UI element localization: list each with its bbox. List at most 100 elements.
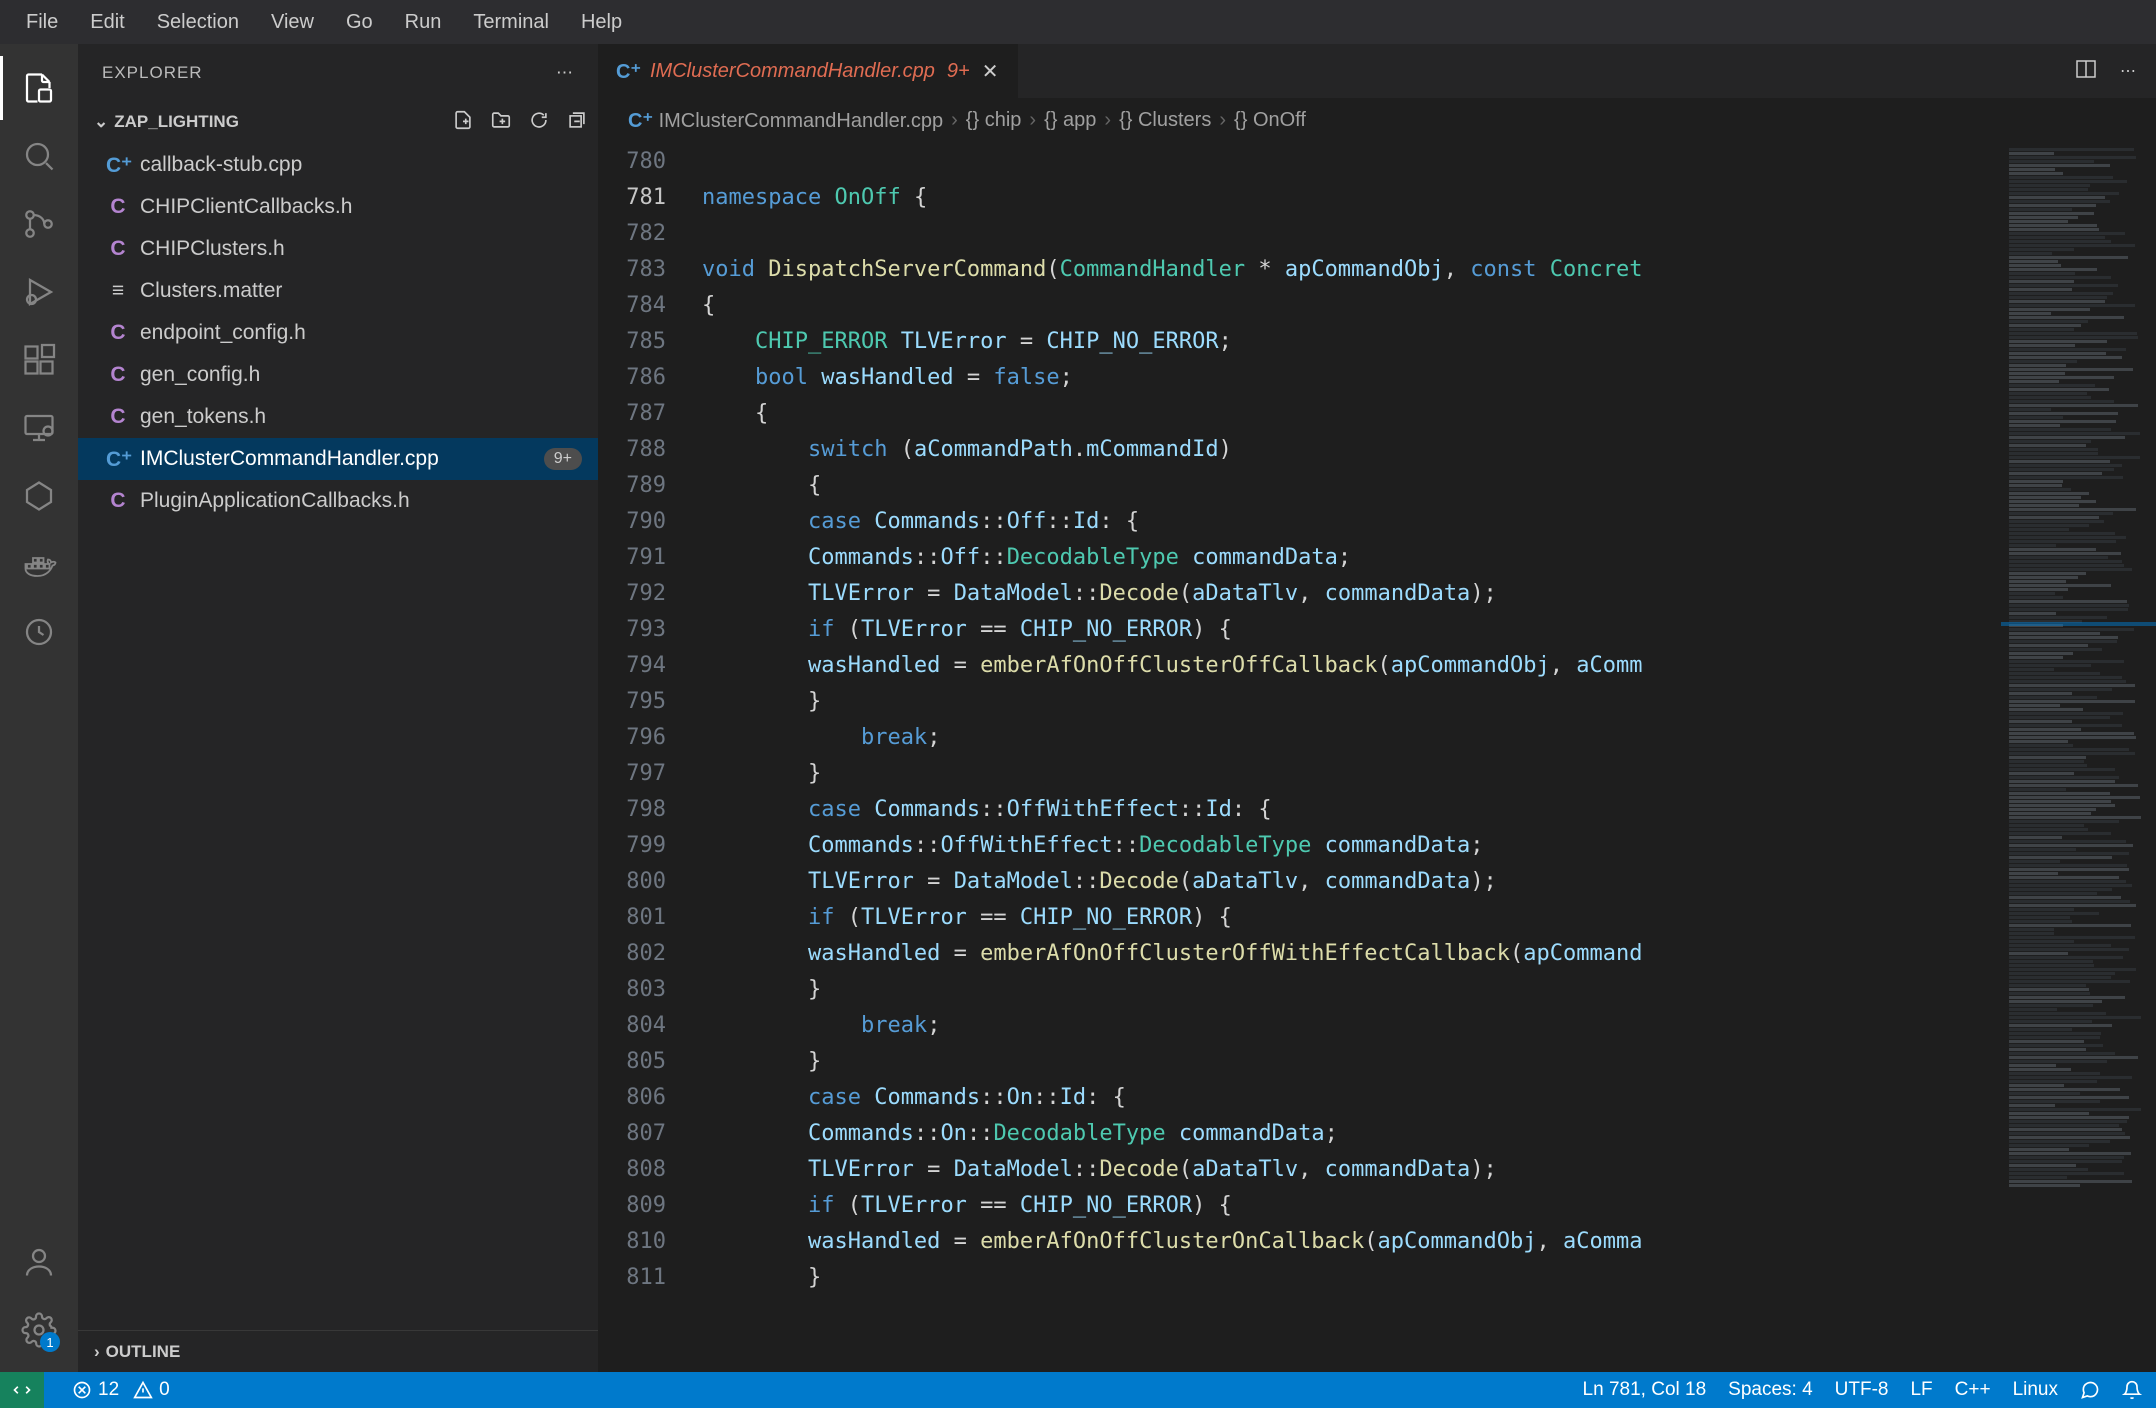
breadcrumb-item[interactable]: C⁺ IMClusterCommandHandler.cpp: [628, 108, 943, 133]
new-file-icon[interactable]: [452, 109, 474, 136]
status-problems[interactable]: 12 0: [72, 1379, 170, 1401]
code-line[interactable]: CHIP_ERROR TLVError = CHIP_NO_ERROR;: [702, 324, 2000, 360]
code-line[interactable]: }: [702, 1044, 2000, 1080]
code-line[interactable]: {: [702, 468, 2000, 504]
file-item[interactable]: Cendpoint_config.h: [78, 312, 598, 354]
code-line[interactable]: Commands::Off::DecodableType commandData…: [702, 540, 2000, 576]
file-item[interactable]: CCHIPClusters.h: [78, 228, 598, 270]
menu-file[interactable]: File: [12, 7, 72, 38]
code-line[interactable]: TLVError = DataModel::Decode(aDataTlv, c…: [702, 1152, 2000, 1188]
code-line[interactable]: }: [702, 1260, 2000, 1296]
menu-edit[interactable]: Edit: [76, 7, 138, 38]
refresh-icon[interactable]: [528, 109, 550, 136]
code-line[interactable]: case Commands::OffWithEffect::Id: {: [702, 792, 2000, 828]
code-line[interactable]: {: [702, 288, 2000, 324]
line-number: 786: [598, 360, 666, 396]
code-line[interactable]: if (TLVError == CHIP_NO_ERROR) {: [702, 612, 2000, 648]
breadcrumb-item[interactable]: {} chip: [966, 109, 1022, 132]
collapse-all-icon[interactable]: [566, 109, 588, 136]
code-line[interactable]: bool wasHandled = false;: [702, 360, 2000, 396]
file-item[interactable]: Cgen_tokens.h: [78, 396, 598, 438]
code-line[interactable]: case Commands::On::Id: {: [702, 1080, 2000, 1116]
code-line[interactable]: switch (aCommandPath.mCommandId): [702, 432, 2000, 468]
code-line[interactable]: TLVError = DataModel::Decode(aDataTlv, c…: [702, 576, 2000, 612]
menu-view[interactable]: View: [257, 7, 328, 38]
code-line[interactable]: Commands::On::DecodableType commandData;: [702, 1116, 2000, 1152]
activity-docker-icon[interactable]: [0, 532, 78, 596]
code-content[interactable]: namespace OnOff { void DispatchServerCom…: [702, 142, 2000, 1372]
code-line[interactable]: wasHandled = emberAfOnOffClusterOffWithE…: [702, 936, 2000, 972]
line-number: 799: [598, 828, 666, 864]
menu-run[interactable]: Run: [391, 7, 456, 38]
breadcrumb-item[interactable]: {} Clusters: [1119, 109, 1211, 132]
status-encoding[interactable]: UTF-8: [1835, 1379, 1889, 1401]
status-notifications-icon[interactable]: [2122, 1380, 2142, 1400]
status-indentation[interactable]: Spaces: 4: [1728, 1379, 1813, 1401]
code-line[interactable]: }: [702, 756, 2000, 792]
code-line[interactable]: void DispatchServerCommand(CommandHandle…: [702, 252, 2000, 288]
file-item[interactable]: CPluginApplicationCallbacks.h: [78, 480, 598, 522]
menu-go[interactable]: Go: [332, 7, 387, 38]
code-line[interactable]: if (TLVError == CHIP_NO_ERROR) {: [702, 1188, 2000, 1224]
code-line[interactable]: wasHandled = emberAfOnOffClusterOnCallba…: [702, 1224, 2000, 1260]
line-number: 792: [598, 576, 666, 612]
outline-section[interactable]: › OUTLINE: [78, 1330, 598, 1372]
file-item[interactable]: Cgen_config.h: [78, 354, 598, 396]
activity-remote-explorer-icon[interactable]: [0, 396, 78, 460]
more-actions-icon[interactable]: ⋯: [2120, 61, 2136, 81]
status-feedback-icon[interactable]: [2080, 1380, 2100, 1400]
activity-espressif-icon[interactable]: [0, 464, 78, 528]
code-line[interactable]: Commands::OffWithEffect::DecodableType c…: [702, 828, 2000, 864]
code-editor[interactable]: 7807817827837847857867877887897907917927…: [598, 142, 2156, 1372]
new-folder-icon[interactable]: [490, 109, 512, 136]
code-line[interactable]: break;: [702, 1008, 2000, 1044]
close-icon[interactable]: ✕: [982, 59, 1000, 84]
status-language[interactable]: C++: [1955, 1379, 1991, 1401]
minimap[interactable]: [2000, 142, 2156, 1372]
code-line[interactable]: {: [702, 396, 2000, 432]
activity-circle-icon[interactable]: [0, 600, 78, 664]
minimap-viewport[interactable]: [2001, 622, 2156, 626]
file-item[interactable]: C⁺callback-stub.cpp: [78, 144, 598, 186]
code-line[interactable]: }: [702, 684, 2000, 720]
activity-extensions-icon[interactable]: [0, 328, 78, 392]
editor-tab[interactable]: C⁺ IMClusterCommandHandler.cpp 9+ ✕: [598, 44, 1019, 98]
status-eol[interactable]: LF: [1910, 1379, 1932, 1401]
activity-search-icon[interactable]: [0, 124, 78, 188]
file-item[interactable]: C⁺IMClusterCommandHandler.cpp9+: [78, 438, 598, 480]
sidebar-section-header[interactable]: ⌄ ZAP_LIGHTING: [78, 102, 598, 142]
activity-source-control-icon[interactable]: [0, 192, 78, 256]
code-line[interactable]: [702, 216, 2000, 252]
file-tree: C⁺callback-stub.cppCCHIPClientCallbacks.…: [78, 142, 598, 524]
tab-filename: IMClusterCommandHandler.cpp: [650, 60, 935, 83]
sidebar-more-icon[interactable]: ⋯: [556, 63, 574, 83]
activity-explorer-icon[interactable]: [0, 56, 78, 120]
code-line[interactable]: case Commands::Off::Id: {: [702, 504, 2000, 540]
activity-account-icon[interactable]: [0, 1230, 78, 1294]
code-line[interactable]: TLVError = DataModel::Decode(aDataTlv, c…: [702, 864, 2000, 900]
code-line[interactable]: if (TLVError == CHIP_NO_ERROR) {: [702, 900, 2000, 936]
menu-terminal[interactable]: Terminal: [459, 7, 563, 38]
code-line[interactable]: [702, 144, 2000, 180]
file-type-icon: C: [106, 405, 130, 429]
activity-settings-icon[interactable]: 1: [0, 1298, 78, 1362]
code-line[interactable]: wasHandled = emberAfOnOffClusterOffCallb…: [702, 648, 2000, 684]
menu-selection[interactable]: Selection: [143, 7, 253, 38]
chevron-down-icon: ⌄: [94, 112, 108, 132]
breadcrumbs[interactable]: C⁺ IMClusterCommandHandler.cpp›{} chip›{…: [598, 98, 2156, 142]
code-line[interactable]: break;: [702, 720, 2000, 756]
file-type-icon: C⁺: [106, 153, 130, 178]
activity-run-debug-icon[interactable]: [0, 260, 78, 324]
breadcrumb-item[interactable]: {} OnOff: [1234, 109, 1306, 132]
remote-indicator[interactable]: [0, 1372, 44, 1408]
code-line[interactable]: namespace OnOff {: [702, 180, 2000, 216]
file-item[interactable]: ≡Clusters.matter: [78, 270, 598, 312]
status-cursor-position[interactable]: Ln 781, Col 18: [1583, 1379, 1707, 1401]
file-item[interactable]: CCHIPClientCallbacks.h: [78, 186, 598, 228]
split-editor-icon[interactable]: [2074, 57, 2098, 86]
menu-help[interactable]: Help: [567, 7, 636, 38]
status-os[interactable]: Linux: [2013, 1379, 2058, 1401]
code-line[interactable]: }: [702, 972, 2000, 1008]
line-number: 798: [598, 792, 666, 828]
breadcrumb-item[interactable]: {} app: [1044, 109, 1096, 132]
